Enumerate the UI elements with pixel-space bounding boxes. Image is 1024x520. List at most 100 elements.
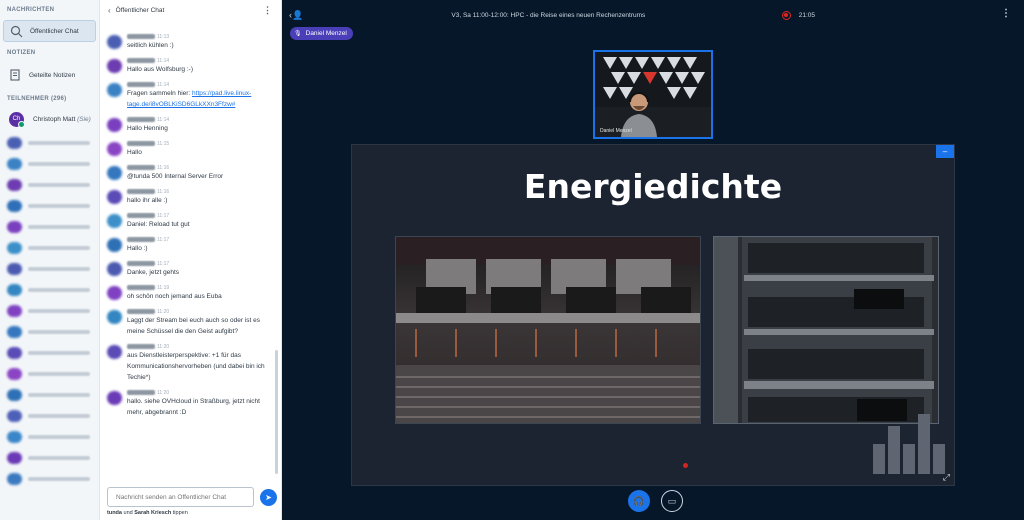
main-area: ‹👤 V3, Sa 11:00-12:00: HPC - die Reise e… — [282, 0, 1024, 520]
user-list-item[interactable] — [0, 279, 99, 300]
message-author — [127, 165, 155, 171]
presentation-area[interactable]: – Energiedichte ⤢ — [351, 144, 955, 486]
chat-message: 11:13 seitlich kühlen :) — [100, 32, 282, 51]
user-list-item[interactable] — [0, 153, 99, 174]
user-list-item[interactable] — [0, 258, 99, 279]
chat-message: 11:14 Hallo aus Wolfsburg :-) — [100, 56, 282, 75]
message-author — [127, 58, 155, 64]
user-list-item[interactable] — [0, 426, 99, 447]
message-text: Fragen sammeln hier: https://pad.live.li… — [127, 90, 252, 108]
chat-message: 11:20 Laggt der Stream bei euch auch so o… — [100, 307, 282, 337]
message-author — [127, 237, 155, 243]
user-list-item[interactable] — [0, 216, 99, 237]
user-list-item[interactable] — [0, 321, 99, 342]
sidebar-item-shared-notes[interactable]: Geteilte Notizen — [3, 64, 96, 86]
user-list-item[interactable] — [0, 384, 99, 405]
participant-list — [0, 132, 99, 489]
user-name: Christoph Matt (Sie) — [33, 115, 91, 123]
record-icon — [781, 10, 791, 20]
avatar — [107, 190, 122, 204]
message-text: Laggt der Stream bei euch auch so oder i… — [127, 317, 260, 335]
chevron-left-icon[interactable]: ‹ — [108, 6, 111, 15]
message-author — [127, 34, 155, 40]
chat-header[interactable]: ‹ Öffentlicher Chat ⋮ — [100, 0, 281, 20]
chat-message: 11:16 @tunda 500 Internal Server Error — [100, 163, 282, 182]
user-list-item[interactable] — [0, 468, 99, 489]
user-list-item-self[interactable]: Ch Christoph Matt (Sie) — [0, 106, 99, 132]
user-list-item[interactable] — [0, 132, 99, 153]
minimize-presentation-button[interactable]: – — [936, 145, 954, 158]
chat-scrollbar[interactable] — [275, 350, 278, 474]
recording-indicator[interactable]: 21:05 — [781, 10, 815, 20]
avatar — [7, 346, 22, 359]
webcam-video[interactable]: Daniel Menzel — [593, 50, 713, 139]
user-name — [28, 350, 90, 355]
avatar: Ch — [9, 111, 25, 128]
avatar — [7, 136, 22, 149]
avatar — [107, 345, 122, 359]
chat-title: Öffentlicher Chat — [115, 6, 165, 14]
top-bar: ‹👤 V3, Sa 11:00-12:00: HPC - die Reise e… — [282, 0, 1024, 30]
message-text: oh schön noch jemand aus Euba — [127, 293, 222, 300]
user-name — [28, 329, 90, 334]
avatar — [7, 388, 22, 401]
user-list-item[interactable] — [0, 237, 99, 258]
message-author — [127, 117, 155, 123]
user-list-item[interactable] — [0, 300, 99, 321]
message-text: hallo ihr alle :) — [127, 197, 168, 204]
user-list-item[interactable] — [0, 342, 99, 363]
headphones-icon: 🎧 — [633, 495, 645, 506]
user-name — [28, 392, 90, 397]
chat-message: 11:20 aus Dienstleisterperspektive: +1 fü… — [100, 342, 282, 383]
chat-message: 11:19 oh schön noch jemand aus Euba — [100, 283, 282, 302]
user-sidebar: NACHRICHTEN Öffentlicher Chat NOTIZEN Ge… — [0, 0, 100, 520]
user-name — [28, 476, 90, 481]
server-photo-right — [713, 236, 939, 424]
avatar — [7, 409, 22, 422]
message-text: Hallo aus Wolfsburg :-) — [127, 66, 193, 73]
slide-pointer — [683, 463, 688, 468]
chat-panel: ‹ Öffentlicher Chat ⋮ 11:13 seitlich kühl… — [100, 0, 282, 520]
message-time: 11:16 — [157, 188, 170, 195]
avatar — [7, 325, 22, 338]
fullscreen-icon[interactable]: ⤢ — [943, 472, 950, 483]
message-time: 11:19 — [157, 284, 170, 291]
message-time: 11:20 — [157, 389, 170, 396]
avatar — [7, 472, 22, 485]
avatar — [7, 220, 22, 233]
user-list-item[interactable] — [0, 195, 99, 216]
user-name — [28, 266, 90, 271]
send-button[interactable]: ➤ — [260, 488, 277, 506]
server-photo-left — [395, 236, 701, 424]
user-list-item[interactable] — [0, 405, 99, 426]
share-screen-button[interactable]: ▭ — [661, 490, 683, 512]
avatar — [7, 304, 22, 317]
message-text: seitlich kühlen :) — [127, 42, 174, 49]
options-menu-icon[interactable]: ⋮ — [1001, 8, 1011, 19]
message-author — [127, 213, 155, 219]
toggle-user-list-icon[interactable]: ‹👤 — [289, 10, 315, 21]
more-options-icon[interactable]: ⋮ — [263, 5, 272, 16]
talking-indicator[interactable]: 🎙 Daniel Menzel — [290, 27, 353, 40]
chat-message-input[interactable] — [107, 487, 254, 507]
notes-icon — [8, 68, 22, 82]
user-list-item[interactable] — [0, 174, 99, 195]
chat-message: 11:16 hallo ihr alle :) — [100, 187, 282, 206]
message-time: 11:16 — [157, 164, 170, 171]
chat-icon — [9, 24, 23, 38]
chat-message: 11:17 Daniel: Reload tut gut — [100, 211, 282, 230]
user-list-item[interactable] — [0, 447, 99, 468]
audio-button[interactable]: 🎧 — [628, 490, 650, 512]
user-list-item[interactable] — [0, 363, 99, 384]
avatar — [7, 262, 22, 275]
message-text: Daniel: Reload tut gut — [127, 221, 190, 228]
avatar — [107, 118, 122, 132]
avatar — [7, 283, 22, 296]
avatar — [107, 166, 122, 180]
user-name — [28, 182, 90, 187]
sidebar-item-public-chat[interactable]: Öffentlicher Chat — [3, 20, 96, 42]
message-time: 11:17 — [157, 236, 170, 243]
user-name — [28, 308, 90, 313]
message-time: 11:20 — [157, 308, 170, 315]
webcam-image — [595, 52, 711, 137]
